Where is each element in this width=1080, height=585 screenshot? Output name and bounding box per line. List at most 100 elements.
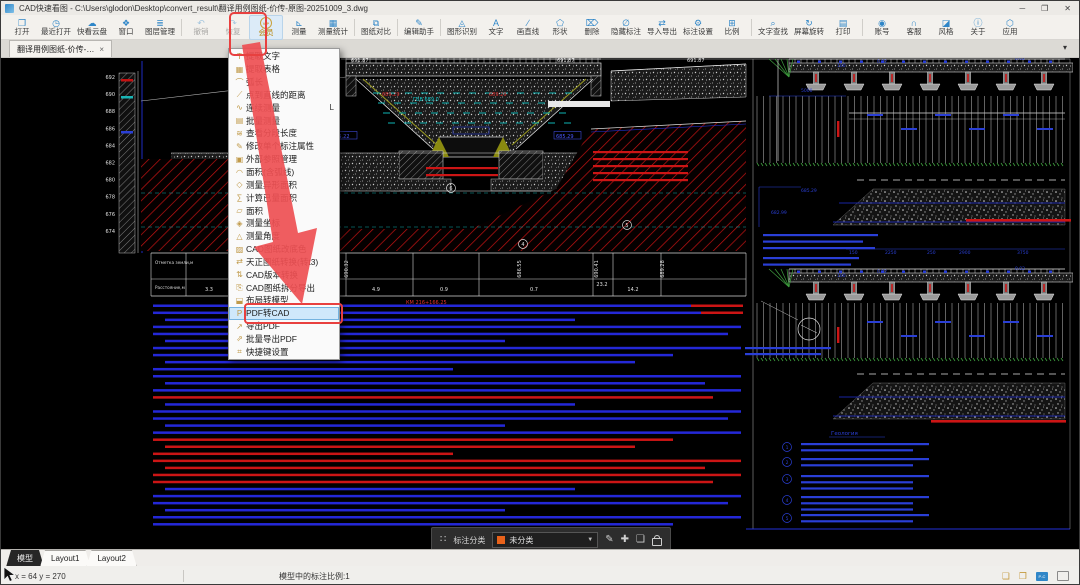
menu-item-21[interactable]: ↗导出PDF — [229, 320, 339, 333]
toolbar-label: 形状 — [553, 28, 568, 36]
toolbar-label: 快看云盘 — [77, 28, 107, 36]
menu-item-icon: P — [233, 309, 246, 318]
toolbar-separator — [751, 19, 752, 36]
menu-item-label: 提取文字 — [246, 50, 334, 62]
toolbar-label: 关于 — [971, 28, 986, 36]
menu-item-15[interactable]: ▨CAD图纸改底色 — [229, 243, 339, 256]
menu-item-icon: ▤ — [233, 116, 246, 125]
category-grid-icon[interactable]: ∷ — [440, 535, 446, 545]
category-color-swatch — [497, 536, 505, 544]
toolbar-button-18[interactable]: ∕画直线 — [512, 16, 544, 39]
toolbar-button-14[interactable]: ✎编辑助手 — [401, 16, 437, 39]
screen-icon[interactable] — [1057, 571, 1069, 581]
menu-item-6[interactable]: ≋查看分段长度 — [229, 127, 339, 140]
toolbar-button-32[interactable]: ◪风格 — [930, 16, 962, 39]
toolbar-button-17[interactable]: A文字 — [480, 16, 512, 39]
menu-item-icon: ⌒ — [233, 77, 246, 88]
toolbar-button-6[interactable]: ↶撤销 — [185, 16, 217, 39]
menu-item-label: 批量导出PDF — [246, 333, 334, 345]
menu-item-5[interactable]: ▤批量测量 — [229, 114, 339, 127]
export-pdf-icon[interactable]: ❏ — [1002, 571, 1010, 582]
menu-item-13[interactable]: ◈测量坐标 — [229, 217, 339, 230]
svg-text:686: 686 — [105, 126, 115, 132]
toolbar-button-12[interactable]: ⧉图纸对比 — [358, 16, 394, 39]
menu-item-17[interactable]: ⇅CAD版本转换 — [229, 268, 339, 281]
edit-icon[interactable]: ✎ — [605, 535, 613, 545]
batch-export-pdf-icon[interactable]: ❐ — [1019, 571, 1027, 582]
toolbar-button-27[interactable]: ↻屏幕旋转 — [791, 16, 827, 39]
toolbar-button-28[interactable]: ▤打印 — [827, 16, 859, 39]
document-tab[interactable]: 翻译用例图纸-价传-… × — [9, 40, 112, 57]
toolbar-button-19[interactable]: ⬠形状 — [544, 16, 576, 39]
menu-item-2[interactable]: ⌒弧长 — [229, 76, 339, 89]
toolbar-label: 编辑助手 — [404, 28, 434, 36]
svg-text:2: 2 — [786, 460, 789, 466]
move-icon[interactable]: ✚ — [621, 535, 629, 545]
toolbar-button-vip[interactable]: VIP会员 — [249, 15, 283, 40]
slope-label: 0.02 — [877, 59, 887, 65]
menu-item-9[interactable]: ◠面积(含弧线) — [229, 166, 339, 179]
menu-item-0[interactable]: T提取文字 — [229, 50, 339, 63]
category-dropdown[interactable]: 未分类 ▼ — [492, 532, 598, 548]
svg-text:690: 690 — [105, 92, 115, 98]
document-tab-label: 翻译用例图纸-价传-… — [17, 44, 94, 55]
menu-item-22[interactable]: ⇗批量导出PDF — [229, 333, 339, 346]
pdf-to-cad-icon[interactable]: P-C — [1036, 572, 1048, 581]
toolbar-pin-icon[interactable]: ▾ — [1063, 43, 1067, 52]
toolbar-button-9[interactable]: ⊾测量 — [283, 16, 315, 39]
elevation-label: 691.87 — [687, 58, 705, 64]
elevation-label: 685.29 — [801, 188, 817, 194]
menu-item-12[interactable]: ▱面积 — [229, 204, 339, 217]
menu-item-23[interactable]: ⌗快捷键设置 — [229, 345, 339, 358]
toolbar-button-26[interactable]: ⌕文字查找 — [755, 16, 791, 39]
lock-icon[interactable] — [652, 538, 662, 546]
svg-text:3: 3 — [786, 477, 789, 483]
svg-text:4: 4 — [521, 242, 524, 248]
toolbar-button-22[interactable]: ⇄导入导出 — [644, 16, 680, 39]
menu-item-icon: ⇄ — [233, 257, 246, 266]
vip-dropdown-menu: T提取文字▦提取表格⌒弧长⟋点到直线的距离∿连续测量L▤批量测量≋查看分段长度✎… — [228, 48, 340, 360]
menu-item-11[interactable]: ∑计算已量面积 — [229, 191, 339, 204]
close-button[interactable]: ✕ — [1064, 4, 1071, 13]
menu-item-18[interactable]: ⎘CAD图纸拆分导出 — [229, 281, 339, 294]
toolbar-button-24[interactable]: ⊞比例 — [716, 16, 748, 39]
menu-item-19[interactable]: ⬓布局转模型 — [229, 294, 339, 307]
menu-item-label: CAD版本转换 — [246, 269, 334, 281]
menu-item-3[interactable]: ⟋点到直线的距离 — [229, 89, 339, 102]
menu-item-4[interactable]: ∿连续测量L — [229, 101, 339, 114]
toolbar-button-3[interactable]: ❖窗口 — [110, 16, 142, 39]
toolbar-button-16[interactable]: ◬图形识别 — [444, 16, 480, 39]
maximize-button[interactable]: ❐ — [1041, 4, 1048, 13]
toolbar-button-20[interactable]: ⌦删除 — [576, 16, 608, 39]
elevation-label: 682.99 — [771, 210, 787, 216]
toolbar-button-21[interactable]: ∅隐藏标注 — [608, 16, 644, 39]
toolbar-button-1[interactable]: ◷最近打开 — [38, 16, 74, 39]
toolbar-button-33[interactable]: ⓘ关于 — [962, 16, 994, 39]
sheet-tab-模型[interactable]: 模型 — [6, 550, 44, 567]
menu-item-7[interactable]: ✎修改单个标注属性 — [229, 140, 339, 153]
toolbar-button-34[interactable]: ⬡应用 — [994, 16, 1026, 39]
toolbar-button-7[interactable]: ↷恢复 — [217, 16, 249, 39]
menu-item-10[interactable]: ◇测量异形面积 — [229, 178, 339, 191]
menu-item-pdf-to-cad[interactable]: PPDF转CAD — [229, 307, 339, 320]
minimize-button[interactable]: ─ — [1019, 4, 1025, 13]
menu-item-16[interactable]: ⇄天正图纸转换(转t3) — [229, 256, 339, 269]
toolbar-button-30[interactable]: ◉账号 — [866, 16, 898, 39]
toolbar-label: 画直线 — [517, 28, 540, 36]
sheet-tab-Layout2[interactable]: Layout2 — [86, 550, 136, 567]
menu-item-1[interactable]: ▦提取表格 — [229, 63, 339, 76]
tab-close-icon[interactable]: × — [99, 45, 104, 54]
toolbar-button-10[interactable]: ▦测量统计 — [315, 16, 351, 39]
toolbar-button-4[interactable]: ≣图层管理 — [142, 16, 178, 39]
toolbar-button-31[interactable]: ∩客服 — [898, 16, 930, 39]
menu-item-14[interactable]: △测量角度 — [229, 230, 339, 243]
toolbar-button-0[interactable]: ❒打开 — [6, 16, 38, 39]
drawing-canvas[interactable]: 69269068868668468268067867667464512345 6… — [9, 57, 1073, 549]
toolbar-button-23[interactable]: ⚙标注设置 — [680, 16, 716, 39]
menu-item-icon: ⟋ — [233, 90, 246, 100]
menu-item-8[interactable]: ▣外部参照管理 — [229, 153, 339, 166]
sheet-tab-Layout1[interactable]: Layout1 — [40, 550, 90, 567]
copy-icon[interactable]: ❏ — [636, 535, 645, 545]
elevation-label: 689.29 — [382, 92, 400, 98]
toolbar-button-2[interactable]: ☁快看云盘 — [74, 16, 110, 39]
